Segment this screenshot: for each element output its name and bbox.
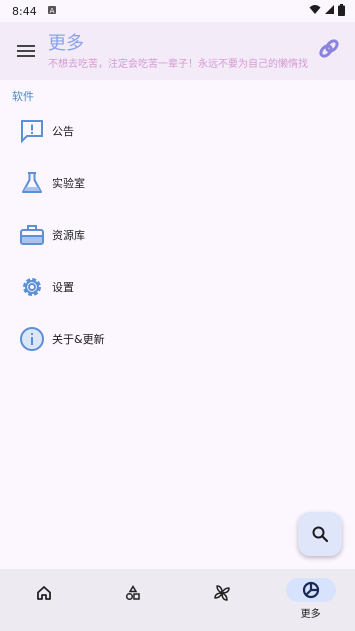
nav-item-home[interactable] bbox=[0, 569, 89, 631]
menu-item-label: 关于&更新 bbox=[52, 333, 105, 346]
menu-item-label: 资源库 bbox=[52, 229, 85, 242]
nav-item-shapes[interactable] bbox=[89, 569, 178, 631]
pie-chart-icon bbox=[302, 581, 319, 599]
info-icon bbox=[19, 326, 45, 352]
page-title: 更多 bbox=[48, 33, 84, 54]
bottom-navigation: 更多 bbox=[0, 569, 355, 631]
pinwheel-icon bbox=[214, 585, 230, 601]
signal-icon bbox=[324, 4, 335, 18]
link-icon bbox=[319, 39, 339, 58]
menu-item-about-update[interactable]: 关于&更新 bbox=[0, 313, 355, 365]
page-subtitle: 不想去吃苦，注定会吃苦一辈子！永远不要为自己的懒惰找借口 bbox=[48, 59, 308, 70]
svg-text:A: A bbox=[49, 7, 54, 15]
menu-icon bbox=[17, 45, 35, 57]
menu-item-resources[interactable]: 资源库 bbox=[0, 209, 355, 261]
menu-item-lab[interactable]: 实验室 bbox=[0, 157, 355, 209]
battery-icon bbox=[338, 3, 345, 19]
search-fab[interactable] bbox=[298, 512, 342, 556]
settings-icon bbox=[19, 274, 45, 300]
nav-item-pinwheel[interactable] bbox=[178, 569, 267, 631]
nav-label-more: 更多 bbox=[300, 609, 321, 620]
status-time: 8:44 bbox=[12, 4, 37, 18]
status-bar: 8:44 A bbox=[0, 0, 355, 22]
menu-item-settings[interactable]: 设置 bbox=[0, 261, 355, 313]
nav-item-more[interactable]: 更多 bbox=[266, 569, 355, 631]
announcement-icon bbox=[19, 118, 45, 144]
menu-item-label: 设置 bbox=[52, 281, 74, 294]
search-icon bbox=[312, 526, 329, 543]
link-button[interactable] bbox=[316, 36, 342, 62]
shapes-icon bbox=[126, 585, 140, 601]
section-label: 软件 bbox=[12, 90, 34, 103]
toolbox-icon bbox=[19, 222, 45, 248]
menu-item-announcement[interactable]: 公告 bbox=[0, 105, 355, 157]
notification-icon: A bbox=[47, 5, 57, 18]
menu-button[interactable] bbox=[14, 39, 38, 63]
menu-list: 公告 实验室 资源库 设置 关于&更新 bbox=[0, 105, 355, 365]
menu-item-label: 公告 bbox=[52, 125, 74, 138]
app-bar: 更多 不想去吃苦，注定会吃苦一辈子！永远不要为自己的懒惰找借口 bbox=[0, 22, 355, 80]
menu-item-label: 实验室 bbox=[52, 177, 85, 190]
home-icon bbox=[37, 586, 52, 600]
flask-icon bbox=[19, 170, 45, 196]
wifi-icon bbox=[309, 4, 321, 18]
